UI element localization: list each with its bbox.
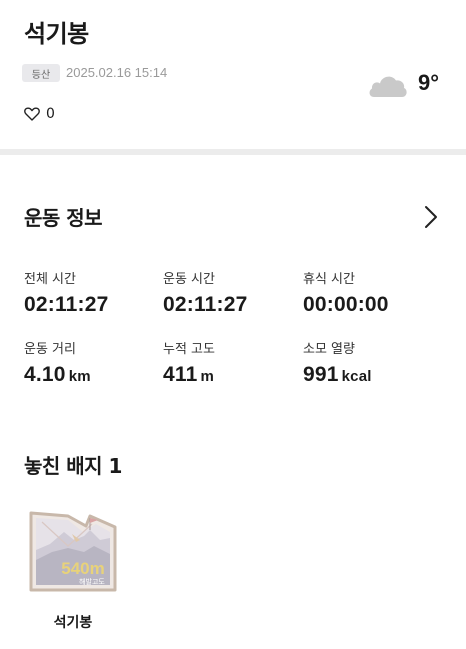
stat-label: 운동 거리 <box>24 342 76 357</box>
like-button[interactable]: 0 <box>24 106 55 122</box>
cloud-icon <box>369 76 407 97</box>
stat-elevation: 누적 고도 411 m <box>163 338 215 387</box>
stat-total-time: 전체 시간 02:11:27 <box>24 268 109 317</box>
exercise-info-title: 운동 정보 <box>24 206 103 230</box>
stat-value: 991 kcal <box>303 363 372 386</box>
stat-value: 00:00:00 <box>303 293 389 316</box>
like-count: 0 <box>46 106 55 122</box>
badge-altitude-label: 해발고도 <box>79 577 105 586</box>
stat-label: 소모 열량 <box>303 342 355 357</box>
stat-unit: kcal <box>341 368 372 385</box>
badge-name: 석기봉 <box>53 615 93 631</box>
badge-mountain-image[interactable]: 540m 해발고도 <box>28 510 118 595</box>
stat-value: 4.10 km <box>24 363 91 386</box>
activity-type-tag: 등산 <box>22 64 60 82</box>
stat-value: 02:11:27 <box>24 293 109 316</box>
stat-calories: 소모 열량 991 kcal <box>303 338 372 387</box>
stat-value: 411 m <box>163 363 215 386</box>
section-divider <box>0 149 466 155</box>
stat-rest-time: 휴식 시간 00:00:00 <box>303 268 389 317</box>
badge-altitude: 540m <box>61 559 104 578</box>
heart-icon <box>24 107 40 121</box>
stat-distance: 운동 거리 4.10 km <box>24 338 91 387</box>
chevron-right-icon[interactable] <box>424 205 438 229</box>
stat-label: 휴식 시간 <box>303 272 355 287</box>
missed-badges-title: 놓친 배지 1 <box>24 454 122 478</box>
stat-label: 누적 고도 <box>163 342 215 357</box>
stat-label: 운동 시간 <box>163 272 215 287</box>
stat-unit: km <box>68 368 91 385</box>
stat-unit: m <box>200 368 215 385</box>
temperature: 9° <box>418 70 440 95</box>
stat-value: 02:11:27 <box>163 293 248 316</box>
stat-exercise-time: 운동 시간 02:11:27 <box>163 268 248 317</box>
activity-title: 석기봉 <box>24 20 89 48</box>
stat-label: 전체 시간 <box>24 272 76 287</box>
activity-datetime: 2025.02.16 15:14 <box>66 65 168 80</box>
